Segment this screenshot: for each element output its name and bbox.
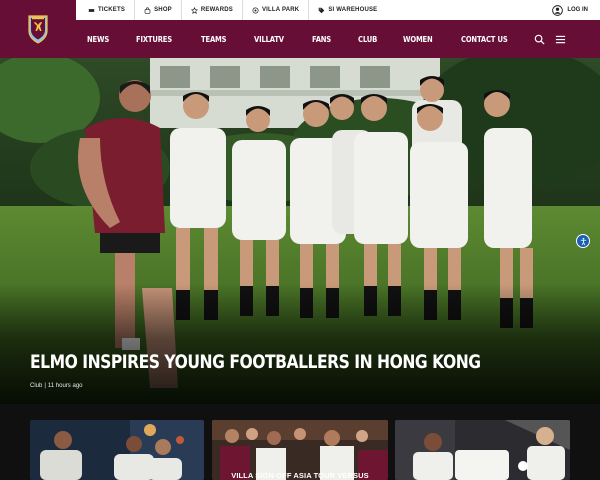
news-card-2-title: Villa sign off Asia tour versus — [231, 471, 369, 480]
nav-items: News Fixtures Teams VillaTV Fans Club Wo… — [87, 20, 539, 58]
nav-item-fixtures[interactable]: Fixtures — [136, 35, 172, 44]
news-card-2[interactable]: Villa sign off Asia tour versus — [212, 420, 388, 480]
shop-label: Shop — [154, 7, 172, 13]
news-card-3[interactable] — [395, 420, 570, 480]
ticket-icon — [88, 8, 95, 12]
hero-story[interactable]: Elmo inspires young footballers in Hong … — [0, 58, 600, 404]
club-crest-link[interactable] — [0, 0, 76, 58]
club-crest-icon — [28, 15, 48, 44]
tickets-label: Tickets — [98, 7, 126, 13]
menu-icon[interactable] — [555, 34, 566, 45]
nav-item-villatv[interactable]: VillaTV — [254, 35, 284, 44]
utility-links: Tickets Shop Rewards Villa Park SI Wareh… — [86, 0, 386, 20]
page: Tickets Shop Rewards Villa Park SI Wareh… — [0, 0, 600, 480]
nav-item-fans[interactable]: Fans — [312, 35, 331, 44]
search-icon[interactable] — [534, 34, 545, 45]
login-link[interactable]: Log In — [552, 0, 588, 20]
news-card-3-image — [395, 420, 570, 480]
rewards-label: Rewards — [200, 7, 233, 13]
villa-park-link[interactable]: Villa Park — [243, 0, 310, 20]
tickets-link[interactable]: Tickets — [86, 0, 136, 20]
accessibility-button[interactable] — [576, 234, 590, 248]
nav-item-women[interactable]: Women — [403, 35, 433, 44]
si-warehouse-link[interactable]: SI Warehouse — [309, 0, 386, 20]
stadium-icon — [252, 6, 259, 14]
villa-park-label: Villa Park — [261, 7, 300, 13]
hero-category: Club — [30, 383, 43, 389]
login-label: Log In — [567, 7, 588, 13]
nav-item-teams[interactable]: Teams — [201, 35, 227, 44]
main-nav: News Fixtures Teams VillaTV Fans Club Wo… — [0, 20, 600, 58]
hero-meta-separator: | — [44, 383, 46, 389]
utility-bar: Tickets Shop Rewards Villa Park SI Wareh… — [0, 0, 600, 20]
hero-meta: Club | 11 hours ago — [30, 383, 83, 389]
news-card-1-image — [30, 420, 204, 480]
tag-icon — [319, 7, 325, 13]
nav-item-news[interactable]: News — [87, 35, 109, 44]
hero-gradient — [0, 284, 600, 404]
star-icon — [190, 6, 198, 14]
si-warehouse-label: SI Warehouse — [328, 7, 378, 13]
news-cards-strip: Villa sign off Asia tour versus — [0, 404, 600, 480]
user-icon — [552, 4, 564, 16]
nav-icons — [524, 20, 566, 58]
hero-time: 11 hours ago — [47, 383, 83, 389]
news-card-1[interactable] — [30, 420, 204, 480]
nav-item-contact-us[interactable]: Contact Us — [461, 35, 508, 44]
bag-icon — [144, 6, 151, 14]
shop-link[interactable]: Shop — [135, 0, 182, 20]
nav-item-club[interactable]: Club — [358, 35, 377, 44]
hero-title[interactable]: Elmo inspires young footballers in Hong … — [30, 351, 481, 373]
accessibility-icon — [580, 237, 586, 245]
rewards-link[interactable]: Rewards — [182, 0, 243, 20]
